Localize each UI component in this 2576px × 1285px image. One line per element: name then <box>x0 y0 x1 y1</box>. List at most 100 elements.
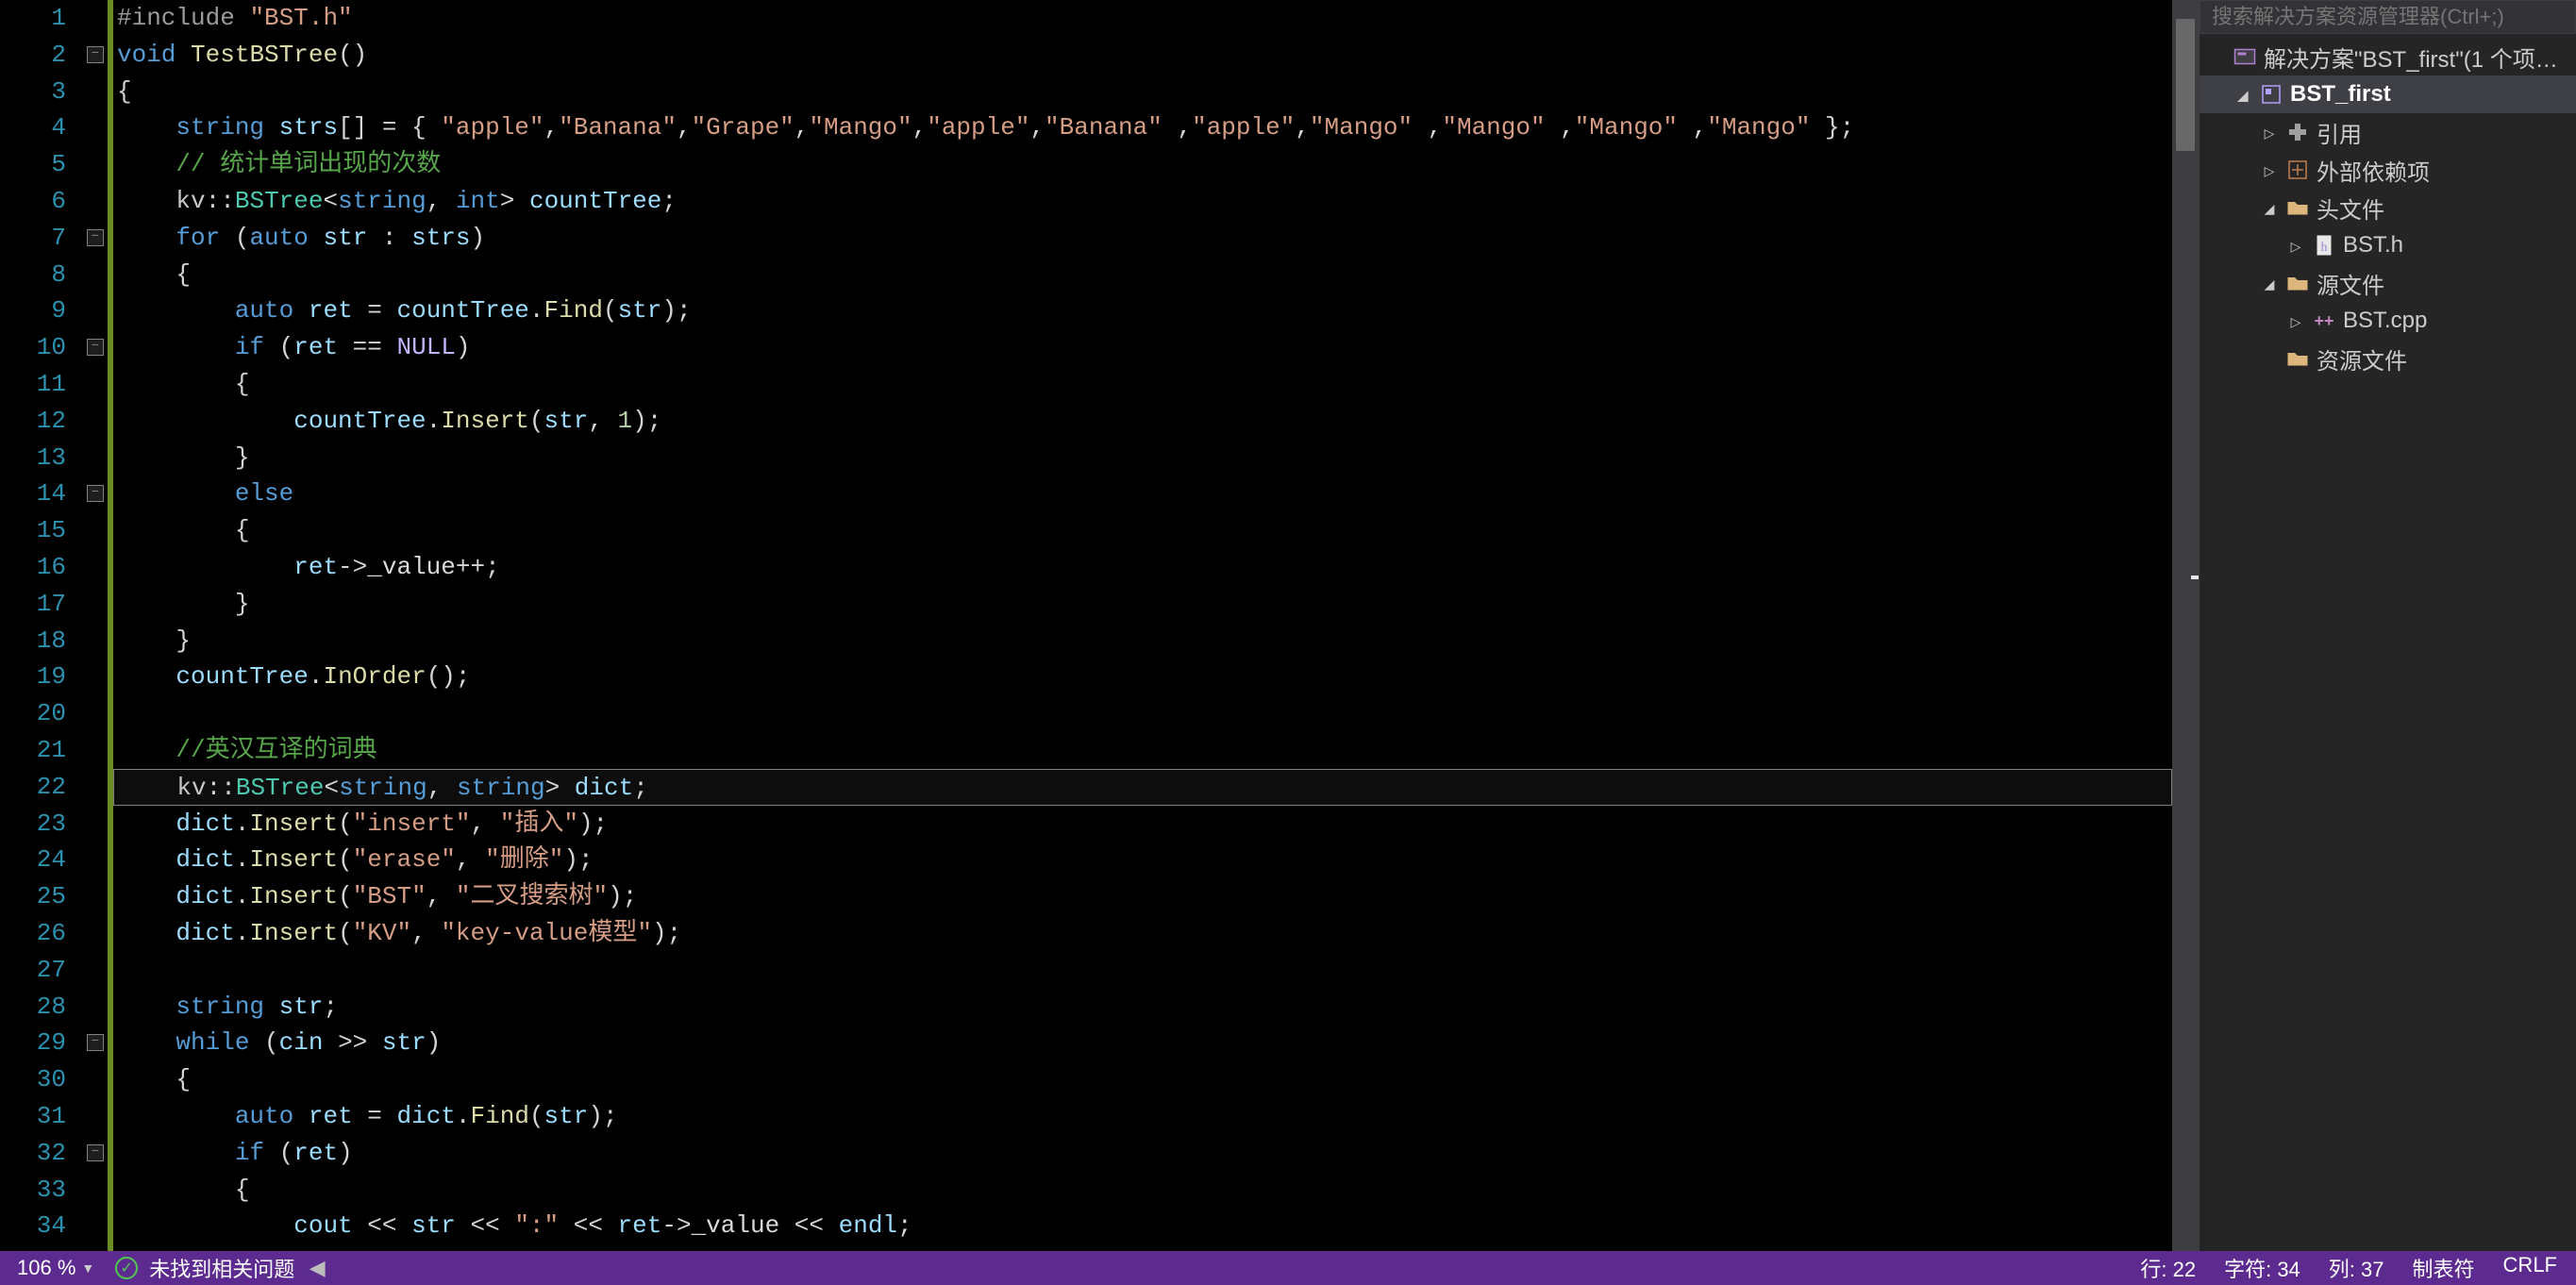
tree-item--[interactable]: 外部依赖项 <box>2200 151 2576 189</box>
code-line[interactable]: string str; <box>113 989 2172 1026</box>
tree-item-label: BST.cpp <box>2343 308 2576 334</box>
line-number: 21 <box>0 732 66 769</box>
issues-status[interactable]: 未找到相关问题 <box>149 1253 294 1283</box>
cpp-icon: ++ <box>2311 308 2337 334</box>
zoom-level[interactable]: 106 % ▼ <box>8 1256 104 1280</box>
code-line[interactable]: dict.Insert("insert", "插入"); <box>113 806 2172 843</box>
code-line[interactable]: while (cin >> str) <box>113 1025 2172 1061</box>
tree-item-bst-h[interactable]: hBST.h <box>2200 226 2576 264</box>
code-line[interactable] <box>113 695 2172 732</box>
code-line[interactable]: dict.Insert("erase", "删除"); <box>113 842 2172 878</box>
tree-expand-icon[interactable] <box>2260 160 2279 180</box>
code-line[interactable]: ret->_value++; <box>113 549 2172 586</box>
line-number-gutter: 1234567891011121314151617181920212223242… <box>0 0 85 1251</box>
caret-col[interactable]: 列: 37 <box>2329 1253 2384 1283</box>
solution-tree[interactable]: 解决方案"BST_first"(1 个项目/共 BST_first 引用外部依赖项头… <box>2200 34 2576 1251</box>
vertical-scrollbar[interactable] <box>2172 0 2199 1251</box>
tree-expand-icon[interactable] <box>2286 311 2305 331</box>
tree-item--[interactable]: 头文件 <box>2200 189 2576 226</box>
code-editor[interactable]: 1234567891011121314151617181920212223242… <box>0 0 2199 1251</box>
code-line[interactable]: countTree.InOrder(); <box>113 659 2172 695</box>
check-icon: ✓ <box>115 1257 138 1279</box>
line-number: 19 <box>0 659 66 695</box>
code-line[interactable]: #include "BST.h" <box>113 0 2172 37</box>
tree-item-label: 资源文件 <box>2317 342 2576 375</box>
code-line[interactable]: { <box>113 74 2172 110</box>
hscroll-left-icon[interactable]: ◀ <box>306 1257 328 1279</box>
code-line[interactable]: { <box>113 1061 2172 1098</box>
line-number: 24 <box>0 842 66 878</box>
caret-char[interactable]: 字符: 34 <box>2224 1253 2300 1283</box>
line-number: 2 <box>0 37 66 74</box>
tree-item--[interactable]: 源文件 <box>2200 264 2576 302</box>
fold-toggle[interactable]: − <box>87 1144 104 1161</box>
tree-expand-icon[interactable] <box>2260 198 2279 218</box>
tree-expand-icon[interactable] <box>2233 85 2252 105</box>
line-number: 7 <box>0 220 66 257</box>
svg-text:h: h <box>2321 240 2328 254</box>
tree-expand-icon[interactable] <box>2286 236 2305 256</box>
code-line[interactable]: { <box>113 1172 2172 1209</box>
code-line[interactable]: { <box>113 366 2172 403</box>
code-line[interactable]: { <box>113 512 2172 549</box>
code-line[interactable]: } <box>113 440 2172 476</box>
code-line[interactable]: countTree.Insert(str, 1); <box>113 403 2172 440</box>
ref-icon <box>2284 119 2311 145</box>
fold-toggle[interactable]: − <box>87 46 104 63</box>
tree-item-label: BST_first <box>2290 81 2576 108</box>
code-line[interactable] <box>113 952 2172 989</box>
line-number: 14 <box>0 476 66 512</box>
caret-position-hint <box>2191 576 2199 579</box>
line-number: 3 <box>0 74 66 110</box>
code-content[interactable]: #include "BST.h"void TestBSTree(){ strin… <box>113 0 2172 1251</box>
line-number: 22 <box>0 769 66 806</box>
code-line[interactable]: if (ret) <box>113 1135 2172 1172</box>
fold-toggle[interactable]: − <box>87 1034 104 1051</box>
code-line[interactable]: cout << str << ":" << ret->_value << end… <box>113 1208 2172 1244</box>
line-number: 26 <box>0 915 66 952</box>
code-line[interactable]: kv::BSTree<string, int> countTree; <box>113 183 2172 220</box>
zoom-value: 106 % <box>17 1256 75 1280</box>
code-line[interactable]: else <box>113 476 2172 512</box>
fold-column[interactable]: −−−−−−− <box>85 0 108 1251</box>
code-line[interactable]: } <box>113 623 2172 659</box>
line-number: 32 <box>0 1135 66 1172</box>
tree-item--[interactable]: 引用 <box>2200 113 2576 151</box>
code-line[interactable]: { <box>113 257 2172 293</box>
line-number: 12 <box>0 403 66 440</box>
tree-expand-icon[interactable] <box>2260 274 2279 293</box>
solution-search-input[interactable] <box>2200 0 2576 34</box>
indent-mode[interactable]: 制表符 <box>2413 1253 2475 1283</box>
caret-line[interactable]: 行: 22 <box>2140 1253 2196 1283</box>
code-line[interactable]: kv::BSTree<string, string> dict; <box>113 769 2172 806</box>
line-number: 16 <box>0 549 66 586</box>
code-line[interactable]: dict.Insert("BST", "二叉搜索树"); <box>113 878 2172 915</box>
code-line[interactable]: if (ret == NULL) <box>113 329 2172 366</box>
scrollbar-thumb[interactable] <box>2176 19 2195 151</box>
code-line[interactable]: //英汉互译的词典 <box>113 732 2172 769</box>
fold-toggle[interactable]: − <box>87 339 104 356</box>
line-number: 30 <box>0 1061 66 1098</box>
code-line[interactable]: string strs[] = { "apple","Banana","Grap… <box>113 109 2172 146</box>
proj-icon <box>2258 81 2284 108</box>
code-line[interactable]: void TestBSTree() <box>113 37 2172 74</box>
line-number: 5 <box>0 146 66 183</box>
line-number: 6 <box>0 183 66 220</box>
tree-item--bst-first-1-[interactable]: 解决方案"BST_first"(1 个项目/共 <box>2200 38 2576 75</box>
fold-toggle[interactable]: − <box>87 229 104 246</box>
fold-toggle[interactable]: − <box>87 485 104 502</box>
code-line[interactable]: dict.Insert("KV", "key-value模型"); <box>113 915 2172 952</box>
line-ending[interactable]: CRLF <box>2503 1253 2557 1283</box>
line-number: 25 <box>0 878 66 915</box>
code-line[interactable]: // 统计单词出现的次数 <box>113 146 2172 183</box>
tree-item--[interactable]: 资源文件 <box>2200 340 2576 377</box>
code-line[interactable]: auto ret = dict.Find(str); <box>113 1098 2172 1135</box>
line-number: 4 <box>0 109 66 146</box>
code-line[interactable]: } <box>113 1244 2172 1251</box>
code-line[interactable]: } <box>113 586 2172 623</box>
tree-item-bst-first[interactable]: BST_first <box>2200 75 2576 113</box>
code-line[interactable]: for (auto str : strs) <box>113 220 2172 257</box>
tree-item-bst-cpp[interactable]: ++BST.cpp <box>2200 302 2576 340</box>
code-line[interactable]: auto ret = countTree.Find(str); <box>113 292 2172 329</box>
tree-expand-icon[interactable] <box>2260 123 2279 142</box>
